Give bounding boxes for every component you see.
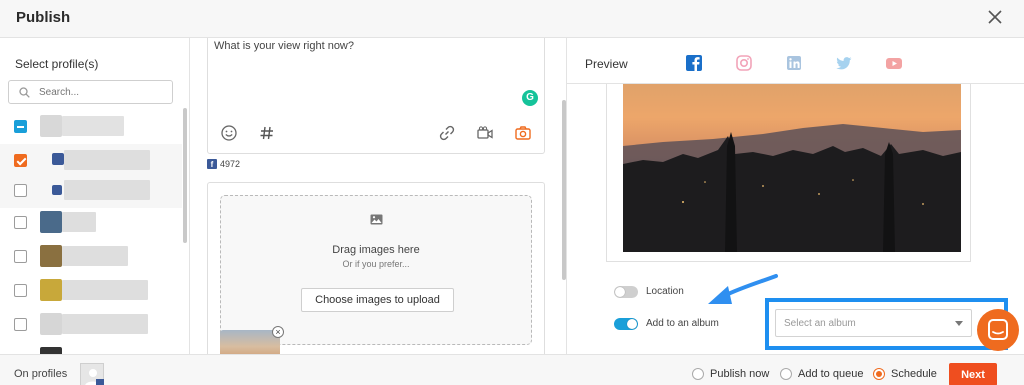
avatar — [40, 279, 62, 301]
profile-name-redacted — [62, 280, 148, 300]
add-to-queue-radio[interactable] — [780, 368, 792, 380]
chevron-down-icon — [955, 321, 963, 326]
profile-checkbox[interactable] — [14, 216, 27, 229]
prefer-text: Or if you prefer... — [342, 259, 410, 269]
compose-box[interactable]: What is your view right now? G — [207, 38, 545, 154]
avatar — [40, 313, 62, 335]
link-icon[interactable] — [438, 124, 456, 142]
profile-name-redacted — [62, 314, 148, 334]
panel-divider — [566, 38, 567, 354]
album-placeholder: Select an album — [784, 318, 856, 329]
grammarly-icon[interactable]: G — [522, 90, 538, 106]
media-upload-panel: Drag images here Or if you prefer... Cho… — [207, 182, 545, 354]
dialog-header: Publish — [0, 0, 1024, 38]
profile-row[interactable] — [0, 342, 182, 354]
selected-profile-avatar[interactable] — [80, 363, 104, 385]
add-to-queue-label[interactable]: Add to queue — [798, 368, 863, 380]
drag-images-text: Drag images here — [332, 244, 420, 256]
compose-placeholder[interactable]: What is your view right now? — [214, 40, 354, 52]
tab-facebook[interactable] — [685, 54, 703, 72]
character-count: 4972 — [220, 159, 241, 169]
preview-photo — [623, 84, 961, 252]
image-dropzone[interactable]: Drag images here Or if you prefer... Cho… — [220, 195, 532, 345]
album-toggle[interactable] — [614, 318, 638, 330]
user-icon — [85, 369, 104, 385]
image-icon — [370, 214, 383, 225]
post-preview-card — [606, 84, 971, 262]
facebook-icon: f — [207, 159, 217, 169]
toggle-knob — [627, 319, 637, 329]
profile-row[interactable] — [0, 308, 182, 342]
avatar — [40, 347, 62, 354]
sunset-silhouette — [623, 124, 961, 252]
album-select[interactable]: Select an album — [775, 309, 972, 337]
emoji-icon[interactable] — [220, 124, 238, 142]
tab-youtube[interactable] — [885, 54, 903, 72]
profile-sidebar: Select profile(s) — [0, 38, 190, 354]
tab-twitter[interactable] — [835, 54, 853, 72]
profile-name-redacted — [64, 180, 150, 200]
facebook-icon — [52, 185, 62, 195]
chat-support-button[interactable] — [977, 309, 1019, 351]
avatar — [40, 115, 62, 137]
profile-checkbox[interactable] — [14, 318, 27, 331]
profile-search[interactable] — [8, 80, 173, 104]
profile-checkbox[interactable] — [14, 184, 27, 197]
profile-checkbox[interactable] — [14, 154, 27, 167]
avatar — [40, 211, 62, 233]
profile-checkbox[interactable] — [14, 284, 27, 297]
hashtag-icon[interactable] — [258, 124, 276, 142]
profile-checkbox[interactable] — [14, 250, 27, 263]
video-icon[interactable] — [476, 124, 494, 142]
schedule-label[interactable]: Schedule — [891, 368, 937, 380]
profile-row[interactable] — [0, 206, 182, 240]
publish-now-label[interactable]: Publish now — [710, 368, 769, 380]
profile-name-redacted — [62, 116, 124, 136]
avatar — [40, 245, 62, 267]
dialog-footer: On profiles Publish now Add to queue Sch… — [0, 354, 1024, 385]
profile-row[interactable] — [0, 274, 182, 308]
search-input[interactable] — [39, 84, 164, 100]
uploaded-image-thumbnail[interactable] — [220, 330, 280, 354]
location-label: Location — [646, 286, 684, 297]
search-icon — [19, 87, 30, 98]
choose-images-button[interactable]: Choose images to upload — [301, 288, 454, 312]
on-profiles-label: On profiles — [14, 368, 68, 380]
chat-icon — [988, 319, 1008, 340]
facebook-icon — [52, 153, 64, 165]
profile-checkbox[interactable] — [14, 120, 27, 133]
tab-linkedin[interactable] — [785, 54, 803, 72]
publish-now-radio[interactable] — [692, 368, 704, 380]
profile-row[interactable] — [0, 240, 182, 274]
location-toggle[interactable] — [614, 286, 638, 298]
tab-instagram[interactable] — [735, 54, 753, 72]
profile-row[interactable] — [0, 174, 182, 208]
profile-name-redacted — [62, 246, 128, 266]
profile-row[interactable] — [0, 144, 182, 178]
sidebar-scrollbar[interactable] — [183, 108, 187, 243]
next-button[interactable]: Next — [949, 363, 997, 385]
preview-tabs: Preview — [567, 38, 1024, 84]
remove-image-icon[interactable]: × — [272, 326, 284, 338]
close-icon[interactable] — [988, 10, 1002, 24]
profile-name-redacted — [62, 212, 96, 232]
schedule-radio[interactable] — [873, 368, 885, 380]
toggle-knob — [615, 287, 625, 297]
dialog-title: Publish — [16, 9, 71, 26]
publish-dialog: Publish Select profile(s) Search... What… — [0, 0, 1024, 385]
album-label: Add to an album — [646, 318, 719, 329]
preview-label: Preview — [585, 57, 628, 71]
profile-group-row[interactable] — [0, 110, 182, 144]
camera-icon[interactable] — [514, 124, 532, 142]
profile-name-redacted — [64, 150, 150, 170]
profiles-heading: Select profile(s) — [15, 57, 99, 71]
